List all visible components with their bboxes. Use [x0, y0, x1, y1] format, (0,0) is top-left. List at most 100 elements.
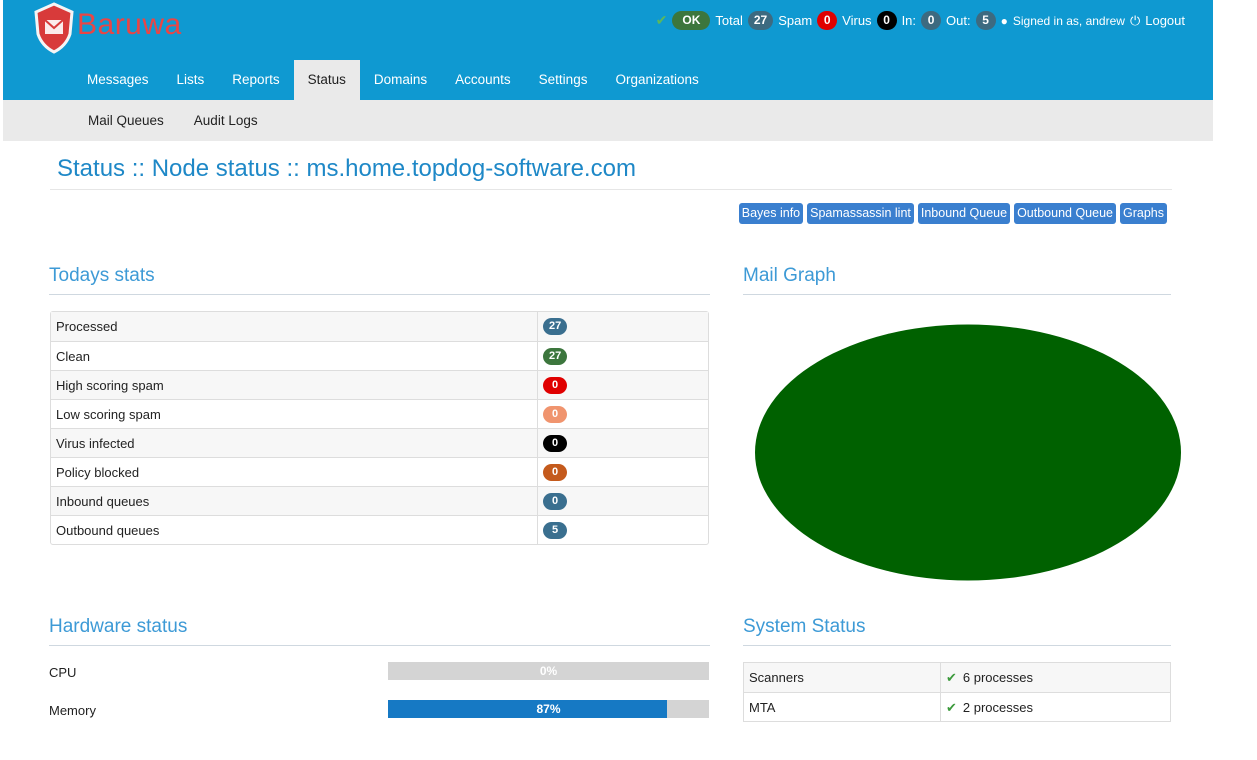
stats-count-badge[interactable]: 0 [543, 434, 567, 452]
stats-row-label: Outbound queues [51, 516, 538, 544]
hardware-status-heading: Hardware status [49, 616, 188, 637]
top-header: Baruwa ✔ OK Total 27 Spam 0 Virus 0 In: … [3, 0, 1213, 100]
stats-row-value-cell: 0 [538, 371, 567, 399]
stats-count-badge[interactable]: 0 [543, 376, 567, 394]
power-icon: ⏻ [1129, 12, 1141, 28]
system-status-value: ✔ 6 processes [941, 663, 1033, 692]
stats-row-label: Policy blocked [51, 458, 538, 486]
stats-row-label: Clean [51, 342, 538, 370]
stats-row-value-cell: 27 [538, 342, 568, 370]
stats-row: Low scoring spam 0 [51, 399, 708, 428]
stats-row-label: Processed [51, 312, 538, 341]
system-status-label: MTA [744, 693, 941, 721]
memory-progress-bar: 87% [388, 700, 709, 718]
stats-row-value-cell: 0 [538, 487, 567, 515]
pie-slice-clean [755, 324, 1181, 581]
nav-settings[interactable]: Settings [525, 60, 602, 100]
stats-row-value-cell: 5 [538, 516, 567, 544]
system-status-text: 6 processes [962, 670, 1033, 685]
signed-in-text: Signed in as, andrew [1012, 13, 1125, 28]
status-summary: ✔ OK Total 27 Spam 0 Virus 0 In: 0 Out: … [656, 11, 1185, 30]
stats-row: Processed 27 [51, 312, 708, 341]
in-label: In: [901, 13, 917, 28]
nav-messages[interactable]: Messages [73, 60, 163, 100]
nav-organizations[interactable]: Organizations [601, 60, 712, 100]
stats-row-value-cell: 27 [538, 312, 568, 341]
system-status-text: 2 processes [962, 699, 1033, 715]
stats-row-label: Virus infected [51, 429, 538, 457]
sub-nav: Mail Queues Audit Logs [3, 100, 1213, 141]
todays-stats-divider [49, 294, 710, 295]
stats-row: Virus infected 0 [51, 428, 708, 457]
stats-row-label: Inbound queues [51, 487, 538, 515]
stats-row: Policy blocked 0 [51, 457, 708, 486]
action-buttons: Bayes info Spamassassin lint Inbound Que… [738, 203, 1167, 224]
todays-stats-table: Processed 27 Clean 27 High scoring spam 0 Low … [50, 311, 709, 545]
system-status-divider [743, 645, 1171, 646]
nav-reports[interactable]: Reports [218, 60, 293, 100]
mail-graph-divider [743, 294, 1171, 295]
logout-link[interactable]: Logout [1145, 13, 1185, 28]
check-icon: ✔ [946, 670, 957, 685]
mail-graph-heading: Mail Graph [743, 265, 836, 286]
stats-count-badge[interactable]: 5 [543, 521, 567, 539]
nav-domains[interactable]: Domains [360, 60, 441, 100]
outbound-queue-button[interactable]: Outbound Queue [1014, 203, 1116, 224]
status-ok-badge: OK [672, 11, 711, 30]
nav-status[interactable]: Status [293, 60, 360, 100]
shield-icon [34, 2, 74, 54]
memory-progress-text: 87% [536, 702, 561, 716]
stats-count-badge[interactable]: 0 [543, 405, 567, 423]
main-nav: Messages Lists Reports Status Domains Ac… [73, 60, 713, 100]
stats-row-label: High scoring spam [51, 371, 538, 399]
spam-count: 0 [817, 11, 838, 30]
stats-row-value-cell: 0 [538, 458, 567, 486]
stats-row: Inbound queues 0 [51, 486, 708, 515]
cpu-progress-text: 0% [539, 664, 558, 678]
virus-label: Virus [842, 13, 872, 28]
stats-row-value-cell: 0 [538, 429, 567, 457]
spam-label: Spam [778, 13, 813, 28]
subnav-audit-logs[interactable]: Audit Logs [179, 100, 273, 141]
system-status-heading: System Status [743, 616, 866, 637]
system-status-table: Scanners ✔ 6 processes MTA ✔ 2 processes [743, 662, 1171, 722]
bayes-info-button[interactable]: Bayes info [738, 203, 804, 224]
page-title: Status :: Node status :: ms.home.topdog-… [57, 155, 636, 182]
user-icon: ● [1000, 13, 1008, 28]
spamassassin-lint-button[interactable]: Spamassassin lint [807, 203, 914, 224]
check-icon: ✔ [655, 12, 668, 28]
stats-count-badge[interactable]: 0 [543, 492, 567, 510]
todays-stats-heading: Todays stats [49, 265, 155, 286]
check-icon: ✔ [946, 699, 957, 715]
stats-row: Clean 27 [51, 341, 708, 370]
hardware-status-divider [49, 645, 710, 646]
system-status-label: Scanners [744, 663, 941, 692]
stats-count-badge[interactable]: 27 [543, 318, 568, 335]
system-status-value: ✔ 2 processes [941, 693, 1033, 721]
subnav-mail-queues[interactable]: Mail Queues [73, 100, 179, 141]
inbound-queue-button[interactable]: Inbound Queue [917, 203, 1011, 224]
stats-row: High scoring spam 0 [51, 370, 708, 399]
nav-accounts[interactable]: Accounts [441, 60, 525, 100]
stats-row: Outbound queues 5 [51, 515, 708, 544]
in-count: 0 [921, 11, 942, 30]
baruwa-logo[interactable]: Baruwa [33, 2, 203, 54]
memory-label: Memory [49, 703, 96, 718]
graphs-button[interactable]: Graphs [1120, 203, 1167, 224]
stats-count-badge[interactable]: 27 [543, 347, 568, 365]
system-status-row: MTA ✔ 2 processes [744, 692, 1170, 721]
stats-row-label: Low scoring spam [51, 400, 538, 428]
total-label: Total [715, 13, 743, 28]
cpu-progress-bar: 0% [388, 662, 709, 680]
nav-lists[interactable]: Lists [163, 60, 219, 100]
out-count: 5 [975, 11, 996, 30]
stats-row-value-cell: 0 [538, 400, 567, 428]
system-status-row: Scanners ✔ 6 processes [744, 663, 1170, 692]
title-divider [50, 189, 1172, 190]
mail-graph-pie [755, 324, 1181, 581]
logo-text: Baruwa [77, 8, 182, 41]
total-count: 27 [747, 11, 774, 30]
stats-count-badge[interactable]: 0 [543, 463, 567, 481]
virus-count: 0 [876, 11, 897, 30]
out-label: Out: [946, 13, 971, 28]
